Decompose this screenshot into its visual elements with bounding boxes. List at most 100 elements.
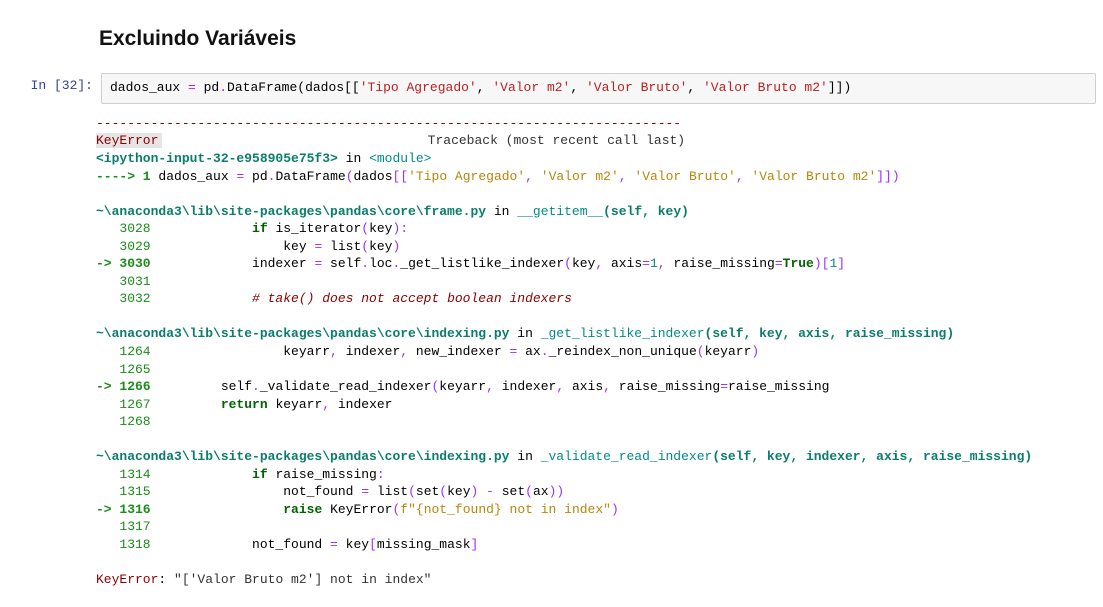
tb-frame-sig: (self, key, indexer, axis, raise_missing…	[712, 449, 1032, 464]
tb-text: in	[338, 151, 369, 166]
tb-lineno: 3031	[96, 274, 151, 289]
tb-text: indexer	[338, 397, 393, 412]
tb-op: )	[892, 169, 900, 184]
code-token: ,	[687, 80, 703, 95]
tb-op: ,	[556, 379, 572, 394]
tb-text: key	[572, 256, 595, 271]
tb-frame-func: __getitem__	[517, 204, 603, 219]
tb-op: :	[400, 221, 408, 236]
tb-text	[322, 502, 330, 517]
tb-op: (	[525, 484, 533, 499]
tb-op: ,	[400, 344, 416, 359]
tb-text: in	[486, 204, 517, 219]
input-prompt: In [32]:	[7, 73, 101, 93]
tb-text: is_iterator	[268, 221, 362, 236]
tb-text: indexer	[346, 344, 401, 359]
tb-lineno: 3029	[96, 239, 151, 254]
code-token: dados_aux	[110, 80, 180, 95]
tb-op: =	[720, 379, 728, 394]
tb-text: raise_missing	[673, 256, 774, 271]
tb-op: ,	[486, 379, 502, 394]
tb-error-name: KeyError	[96, 133, 162, 148]
tb-str: 'Valor Bruto'	[634, 169, 735, 184]
tb-op: .	[252, 379, 260, 394]
tb-text: list	[322, 239, 361, 254]
tb-op: ,	[525, 169, 541, 184]
tb-op: -	[478, 484, 501, 499]
tb-op: =	[642, 256, 650, 271]
tb-lineno: 3028	[96, 221, 151, 236]
markdown-heading: Excluindo Variáveis	[99, 27, 1096, 51]
tb-text: keyarr	[268, 397, 323, 412]
tb-comment: # take() does not accept boolean indexer…	[252, 291, 572, 306]
tb-text: self	[322, 256, 361, 271]
tb-op: ]	[471, 537, 479, 552]
tb-text: _reindex_non_unique	[549, 344, 697, 359]
tb-text: _validate_read_indexer	[260, 379, 432, 394]
tb-op: )	[556, 484, 564, 499]
tb-lineno: 1264	[96, 344, 151, 359]
output-row: ----------------------------------------…	[6, 113, 1097, 597]
tb-op: [[	[393, 169, 409, 184]
markdown-cell[interactable]: Excluindo Variáveis	[6, 8, 1097, 64]
tb-text: :	[158, 572, 174, 587]
tb-str: 'Tipo Agregado'	[408, 169, 525, 184]
tb-final-error-name: KeyError	[96, 572, 158, 587]
tb-op: =	[775, 256, 783, 271]
tb-op: ]]	[876, 169, 892, 184]
tb-text: DataFrame	[275, 169, 345, 184]
tb-op: ,	[322, 397, 338, 412]
tb-arrow: -> 1316	[96, 502, 151, 517]
tb-num: 1	[650, 256, 658, 271]
tb-op: (	[439, 484, 447, 499]
code-token: ]]	[828, 80, 844, 95]
tb-kw: return	[221, 397, 268, 412]
tb-text: ax	[517, 344, 540, 359]
tb-op: )	[392, 239, 400, 254]
tb-op: ,	[330, 344, 346, 359]
code-token: =	[180, 80, 203, 95]
tb-frame-func: <module>	[369, 151, 431, 166]
tb-lineno: 1268	[96, 414, 151, 429]
tb-text: raise_missing	[619, 379, 720, 394]
tb-text: indexer	[151, 256, 315, 271]
tb-str: f"	[400, 502, 416, 517]
tb-text: raise_missing	[268, 467, 377, 482]
tb-dashline: ----------------------------------------…	[96, 116, 681, 131]
tb-text: key	[338, 537, 369, 552]
tb-text: key	[447, 484, 470, 499]
tb-frame-sig: (self, key)	[603, 204, 689, 219]
tb-op: )	[751, 344, 759, 359]
tb-text: missing_mask	[377, 537, 471, 552]
tb-op: ,	[658, 256, 674, 271]
tb-lineno: 1314	[96, 467, 151, 482]
tb-text: KeyError	[330, 502, 392, 517]
tb-text: keyarr	[705, 344, 752, 359]
tb-op: ,	[736, 169, 752, 184]
tb-op: )	[611, 502, 619, 517]
code-input-area[interactable]: dados_aux = pd.DataFrame(dados[['Tipo Ag…	[101, 73, 1096, 104]
tb-kw: if	[252, 467, 268, 482]
tb-str: "	[603, 502, 611, 517]
code-token: ,	[477, 80, 493, 95]
tb-op: (	[408, 484, 416, 499]
tb-text: axis	[572, 379, 603, 394]
tb-op: .	[361, 256, 369, 271]
notebook-container: Excluindo Variáveis In [32]: dados_aux =…	[0, 0, 1103, 607]
tb-str: not in index	[502, 502, 603, 517]
tb-frame-file: <ipython-input-32-e958905e75f3>	[96, 151, 338, 166]
tb-text: axis	[611, 256, 642, 271]
tb-op: (	[361, 221, 369, 236]
tb-text: dados_aux	[151, 169, 237, 184]
tb-op: :	[377, 467, 385, 482]
tb-text: key	[151, 239, 315, 254]
tb-op: ,	[595, 256, 611, 271]
tb-lineno: 1315	[96, 484, 151, 499]
tb-kw: if	[252, 221, 268, 236]
tb-str: 'Valor m2'	[541, 169, 619, 184]
tb-kw: raise	[283, 502, 322, 517]
traceback-output[interactable]: ----------------------------------------…	[92, 113, 1097, 597]
code-cell: In [32]: dados_aux = pd.DataFrame(dados[…	[6, 70, 1097, 107]
code-token: DataFrame	[227, 80, 297, 95]
tb-op: (	[697, 344, 705, 359]
